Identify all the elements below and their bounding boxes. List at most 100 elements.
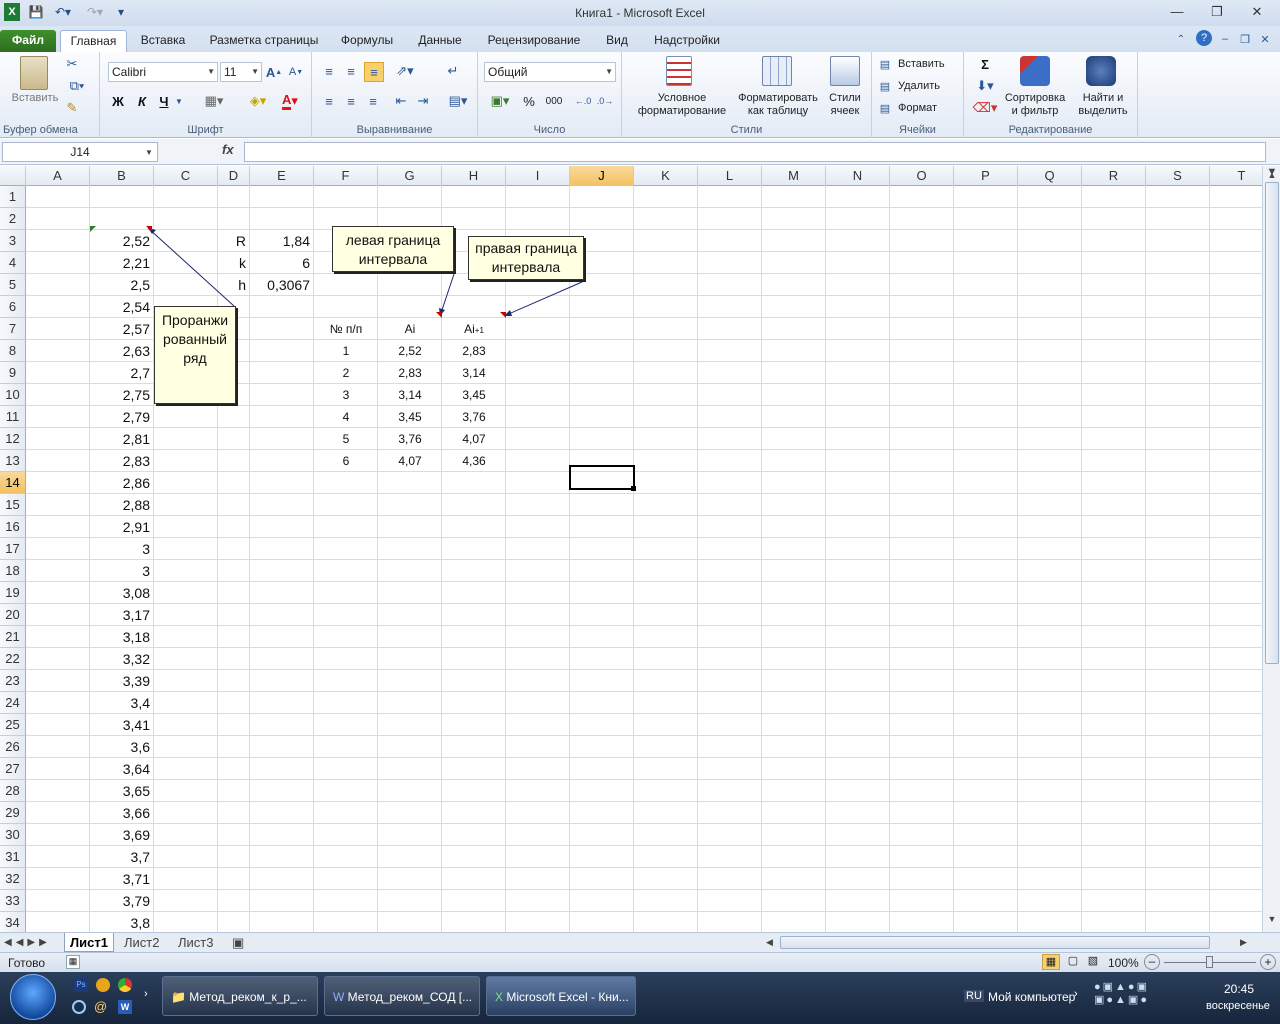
- page-layout-view-icon[interactable]: ▢: [1064, 954, 1082, 970]
- align-center-icon[interactable]: ≡: [342, 92, 360, 110]
- font-name-select[interactable]: Calibri ▼: [108, 62, 218, 82]
- increase-indent-icon[interactable]: ⇥: [414, 92, 432, 110]
- format-painter-icon[interactable]: ✎: [64, 100, 80, 116]
- grow-font-icon[interactable]: A ▲: [266, 64, 282, 80]
- row-header-9[interactable]: 9: [0, 362, 26, 384]
- row-header-13[interactable]: 13: [0, 450, 26, 472]
- conditional-formatting-icon[interactable]: [666, 56, 692, 86]
- find-select-button[interactable]: Найти и выделить: [1072, 92, 1134, 118]
- callout-right-boundary[interactable]: правая граница интервала: [468, 236, 584, 280]
- borders-icon[interactable]: ▦▾: [200, 92, 228, 110]
- column-header-E[interactable]: E: [250, 166, 314, 186]
- format-cells-button[interactable]: Формат: [898, 102, 958, 115]
- normal-view-icon[interactable]: ▦: [1042, 954, 1060, 970]
- row-header-5[interactable]: 5: [0, 274, 26, 296]
- tab-home[interactable]: Главная: [60, 30, 127, 52]
- row-header-24[interactable]: 24: [0, 692, 26, 714]
- row-header-32[interactable]: 32: [0, 868, 26, 890]
- delete-cells-icon[interactable]: ▤: [878, 78, 892, 94]
- macro-record-icon[interactable]: ▦: [66, 955, 80, 969]
- fill-icon[interactable]: ⬇▾: [972, 78, 998, 94]
- insert-cells-button[interactable]: Вставить: [898, 58, 958, 71]
- row-header-16[interactable]: 16: [0, 516, 26, 538]
- row-header-8[interactable]: 8: [0, 340, 26, 362]
- column-header-J[interactable]: J: [570, 166, 634, 186]
- row-header-2[interactable]: 2: [0, 208, 26, 230]
- zoom-slider-thumb[interactable]: [1206, 956, 1213, 968]
- workbook-restore-icon[interactable]: ❐: [1238, 30, 1252, 48]
- row-header-28[interactable]: 28: [0, 780, 26, 802]
- row-header-22[interactable]: 22: [0, 648, 26, 670]
- column-header-P[interactable]: P: [954, 166, 1018, 186]
- paste-button[interactable]: Вставить: [6, 92, 64, 105]
- tab-file[interactable]: Файл: [0, 30, 56, 52]
- row-header-34[interactable]: 34: [0, 912, 26, 934]
- column-header-L[interactable]: L: [698, 166, 762, 186]
- chrome-icon[interactable]: [118, 978, 132, 992]
- row-header-31[interactable]: 31: [0, 846, 26, 868]
- my-computer-label[interactable]: Мой компьютер: [988, 990, 1075, 1004]
- font-size-select[interactable]: 11 ▼: [220, 62, 262, 82]
- taskbar-item-excel[interactable]: X Microsoft Excel - Кни...: [486, 976, 636, 1016]
- row-header-1[interactable]: 1: [0, 186, 26, 208]
- row-header-12[interactable]: 12: [0, 428, 26, 450]
- row-header-33[interactable]: 33: [0, 890, 26, 912]
- fill-color-icon[interactable]: ◈▾: [244, 92, 272, 110]
- callout-ranked-series[interactable]: Проранжи рованный ряд: [154, 306, 236, 404]
- scroll-right-icon[interactable]: ▶: [1240, 933, 1252, 952]
- column-header-R[interactable]: R: [1082, 166, 1146, 186]
- row-header-18[interactable]: 18: [0, 560, 26, 582]
- row-header-30[interactable]: 30: [0, 824, 26, 846]
- number-format-select[interactable]: Общий ▼: [484, 62, 616, 82]
- minimize-button[interactable]: —: [1162, 2, 1192, 22]
- taskbar-item-folder[interactable]: 📁 Метод_реком_к_р_...: [162, 976, 318, 1016]
- page-break-view-icon[interactable]: ▧: [1084, 954, 1102, 970]
- column-header-K[interactable]: K: [634, 166, 698, 186]
- row-header-4[interactable]: 4: [0, 252, 26, 274]
- zoom-out-icon[interactable]: –: [1144, 954, 1160, 970]
- start-button-icon[interactable]: [10, 974, 56, 1020]
- orientation-icon[interactable]: ⇗▾: [392, 62, 418, 80]
- row-header-3[interactable]: 3: [0, 230, 26, 252]
- row-header-20[interactable]: 20: [0, 604, 26, 626]
- column-header-G[interactable]: G: [378, 166, 442, 186]
- column-header-S[interactable]: S: [1146, 166, 1210, 186]
- row-header-11[interactable]: 11: [0, 406, 26, 428]
- underline-button[interactable]: Ч: [156, 92, 172, 110]
- percent-style-button[interactable]: %: [520, 92, 538, 110]
- selected-cell-J14[interactable]: [569, 465, 635, 490]
- paste-icon[interactable]: [20, 56, 48, 90]
- column-header-F[interactable]: F: [314, 166, 378, 186]
- row-header-15[interactable]: 15: [0, 494, 26, 516]
- wrap-text-icon[interactable]: ↵: [444, 62, 462, 80]
- worksheet-grid[interactable]: 2,52 2,21 2,5 2,54 2,57 2,63 2,7 2,75 2,79 2,81 2,…: [26, 186, 1262, 932]
- cell-styles-icon[interactable]: [830, 56, 860, 86]
- row-header-19[interactable]: 19: [0, 582, 26, 604]
- cell-styles-button[interactable]: Стили ячеек: [822, 92, 868, 118]
- decrease-indent-icon[interactable]: ⇤: [392, 92, 410, 110]
- autosum-button[interactable]: Σ: [972, 56, 998, 72]
- comma-style-button[interactable]: 000: [542, 92, 566, 110]
- column-header-A[interactable]: A: [26, 166, 90, 186]
- column-header-O[interactable]: O: [890, 166, 954, 186]
- fill-handle[interactable]: [631, 486, 636, 491]
- app-launcher-icon[interactable]: [96, 978, 110, 992]
- scroll-down-icon[interactable]: ▼: [1264, 914, 1280, 928]
- workbook-close-icon[interactable]: ✕: [1258, 30, 1272, 48]
- mail-agent-icon[interactable]: @: [94, 1000, 110, 1014]
- column-header-Q[interactable]: Q: [1018, 166, 1082, 186]
- workbook-minimize-icon[interactable]: –: [1218, 30, 1232, 48]
- sort-filter-button[interactable]: Сортировка и фильтр: [1000, 92, 1070, 118]
- zoom-level[interactable]: 100%: [1108, 956, 1139, 970]
- row-header-7[interactable]: 7: [0, 318, 26, 340]
- vertical-scrollbar[interactable]: ▼ ▲ ▼: [1262, 166, 1280, 932]
- increase-decimal-icon[interactable]: ←.0: [574, 92, 592, 110]
- copy-icon[interactable]: ⧉▾: [64, 78, 90, 94]
- format-as-table-button[interactable]: Форматировать как таблицу: [734, 92, 822, 118]
- column-header-H[interactable]: H: [442, 166, 506, 186]
- row-header-10[interactable]: 10: [0, 384, 26, 406]
- zoom-in-icon[interactable]: +: [1260, 954, 1276, 970]
- tab-formulas[interactable]: Формулы: [336, 30, 398, 52]
- align-top-icon[interactable]: ≡: [320, 62, 338, 80]
- merge-center-icon[interactable]: ▤▾: [444, 92, 472, 110]
